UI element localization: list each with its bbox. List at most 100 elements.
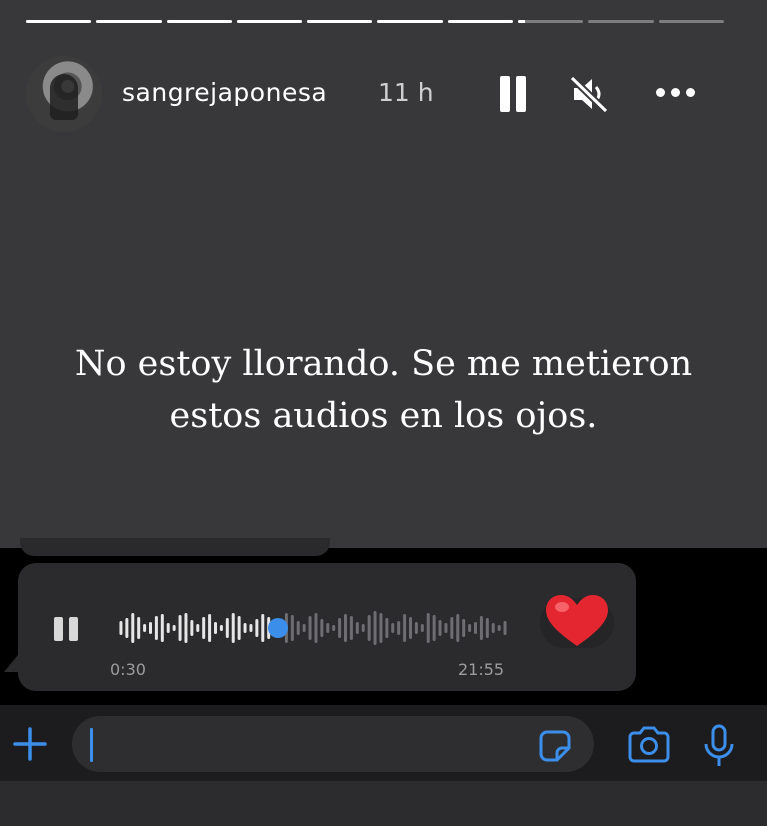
waveform-bar — [231, 613, 235, 643]
waveform-bar — [491, 623, 495, 633]
story-progress-fill — [166, 20, 232, 23]
waveform-bar — [479, 616, 483, 640]
waveform-bar — [149, 622, 152, 634]
voice-pause-icon[interactable] — [54, 617, 82, 641]
story-progress-segment — [307, 20, 373, 23]
voice-duration: 21:55 — [458, 660, 505, 679]
story-progress-segment — [166, 20, 232, 23]
waveform-bar — [497, 625, 501, 631]
waveform-bar — [225, 618, 229, 638]
waveform-bar — [190, 620, 194, 636]
waveform-bar — [237, 616, 241, 640]
story-caption-line-1: No estoy llorando. Se me metieron — [74, 344, 693, 384]
story-progress-fill — [236, 20, 303, 23]
waveform-bar — [202, 617, 206, 639]
waveform-bar — [373, 611, 377, 645]
waveform-bar — [320, 619, 324, 637]
story-progress-segment — [26, 20, 92, 23]
waveform-bar — [214, 622, 217, 634]
playhead-handle[interactable] — [268, 618, 288, 638]
waveform-bar — [474, 622, 477, 634]
waveform-bar — [426, 613, 430, 643]
story-progress-segment — [96, 20, 162, 23]
waveform-bar — [409, 617, 412, 639]
waveform-bar — [349, 616, 353, 640]
waveform-bar — [243, 623, 247, 633]
waveform-bar — [444, 623, 448, 633]
waveform-bar — [119, 621, 123, 635]
waveform-bar — [314, 613, 318, 643]
story-progress-segment — [447, 20, 514, 23]
heart-icon — [546, 595, 608, 646]
waveform-bar — [143, 624, 147, 632]
plus-icon[interactable] — [12, 726, 48, 762]
waveform-bar — [196, 624, 200, 632]
waveform-bar — [379, 613, 383, 643]
waveform-bar — [172, 625, 176, 631]
story-progress-segment — [518, 20, 584, 23]
story-progress-fill — [26, 20, 92, 23]
waveform-bar — [432, 615, 436, 641]
reaction-badge[interactable] — [540, 595, 614, 648]
waveform-bar — [166, 623, 170, 633]
pause-icon[interactable] — [500, 76, 528, 112]
text-caret — [90, 728, 93, 762]
waveform-bar — [462, 619, 466, 637]
voice-current-time: 0:30 — [110, 660, 146, 679]
waveform-bar — [367, 615, 371, 641]
story-timestamp: 11 h — [378, 78, 434, 107]
avatar[interactable] — [26, 56, 102, 132]
waveform-bar — [391, 623, 395, 633]
more-icon[interactable] — [656, 88, 698, 100]
waveform-bar — [456, 614, 460, 642]
story-progress-segment — [588, 20, 654, 23]
waveform-bar — [208, 614, 212, 642]
bottom-strip — [0, 781, 767, 826]
waveform-bar — [338, 618, 342, 638]
waveform-bar — [420, 624, 424, 632]
waveform-bar — [290, 615, 294, 641]
waveform-bar — [414, 622, 418, 634]
story-progress-fill — [96, 20, 162, 23]
story-progress-fill — [307, 20, 373, 23]
story-header: sangrejaponesa 11 h — [26, 56, 726, 132]
waveform-bar — [468, 624, 472, 632]
waveform-bar — [184, 613, 188, 643]
waveform-bar — [137, 617, 141, 639]
sticker-icon[interactable] — [538, 729, 572, 763]
story-progress-fill — [447, 20, 514, 23]
story-progress-fill — [377, 20, 443, 23]
waveform-bar — [355, 622, 359, 634]
waveform-bar — [485, 618, 489, 638]
waveform-bar — [154, 616, 158, 640]
story-progress-bar — [26, 20, 724, 24]
waveform-bar — [403, 614, 407, 642]
waveform-bar — [361, 624, 365, 632]
story-caption-line-2: estos audios en los ojos. — [169, 396, 598, 436]
story-progress-fill — [518, 20, 525, 23]
waveform-bar — [397, 621, 401, 635]
waveform-bar — [255, 619, 259, 637]
camera-icon[interactable] — [626, 726, 672, 764]
voice-waveform[interactable] — [118, 604, 508, 652]
mute-icon[interactable] — [568, 74, 612, 114]
waveform-bar — [503, 621, 507, 635]
waveform-bar — [326, 623, 330, 633]
waveform-bar — [249, 624, 253, 632]
message-input[interactable] — [72, 716, 594, 772]
previous-message-bubble — [20, 538, 330, 556]
story-progress-segment — [377, 20, 443, 23]
username[interactable]: sangrejaponesa — [122, 78, 327, 107]
waveform-bar — [125, 618, 129, 638]
waveform-bar — [296, 621, 300, 635]
waveform-bar — [332, 625, 336, 631]
story-progress-segment — [658, 20, 724, 23]
waveform-bar — [385, 618, 389, 638]
waveform-bar — [450, 617, 454, 639]
microphone-icon[interactable] — [702, 724, 736, 768]
waveform-bar — [344, 614, 347, 642]
waveform-bar — [302, 624, 306, 632]
waveform-bar — [438, 620, 442, 636]
waveform-bar — [308, 616, 312, 640]
waveform-bar — [178, 615, 182, 641]
